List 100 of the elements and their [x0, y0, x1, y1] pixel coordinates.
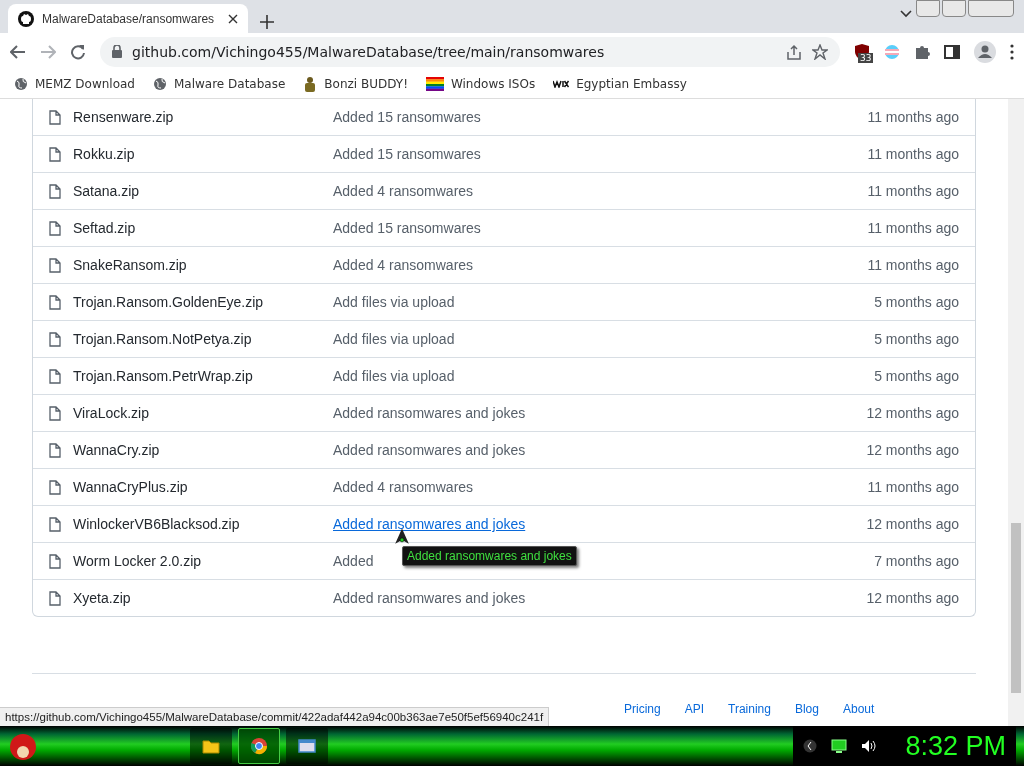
commit-time: 11 months ago	[867, 479, 959, 495]
file-icon	[49, 516, 61, 532]
commit-time: 12 months ago	[866, 405, 959, 421]
rainbow-flag-icon	[425, 77, 444, 91]
file-name-link[interactable]: Satana.zip	[73, 183, 333, 199]
commit-message-link[interactable]: Added ransomwares and jokes	[333, 442, 526, 458]
file-icon	[49, 109, 61, 125]
taskbar-app-button[interactable]	[286, 728, 328, 764]
commit-message-link[interactable]: Added 4 ransomwares	[333, 257, 474, 273]
chevron-down-icon[interactable]	[900, 10, 912, 18]
github-icon	[18, 10, 34, 27]
profile-icon[interactable]	[974, 40, 996, 63]
folder-icon	[202, 738, 220, 754]
file-icon	[49, 479, 61, 495]
file-name-link[interactable]: Trojan.Ransom.PetrWrap.zip	[73, 368, 333, 384]
commit-time: 12 months ago	[866, 442, 959, 458]
file-icon	[49, 442, 61, 458]
footer-link[interactable]: Training	[728, 702, 771, 716]
commit-message-link[interactable]: Added 15 ransomwares	[333, 109, 481, 125]
commit-time: 11 months ago	[867, 109, 959, 125]
restore-button[interactable]	[942, 0, 966, 17]
start-button[interactable]	[8, 731, 38, 761]
file-name-link[interactable]: Seftad.zip	[73, 220, 333, 236]
commit-message-link[interactable]: Add files via upload	[333, 294, 455, 310]
file-icon	[49, 590, 61, 606]
commit-time: 11 months ago	[867, 220, 959, 236]
file-name-link[interactable]: Rensenware.zip	[73, 109, 333, 125]
footer-link[interactable]: About	[843, 702, 875, 716]
footer-link[interactable]: Blog	[794, 702, 819, 716]
share-icon[interactable]	[786, 43, 802, 60]
speaker-icon[interactable]	[861, 739, 878, 753]
new-tab-icon[interactable]	[260, 15, 274, 29]
file-name-link[interactable]: ViraLock.zip	[73, 405, 333, 421]
close-button[interactable]	[968, 0, 1014, 17]
cursor-icon	[394, 528, 410, 545]
file-name-link[interactable]: Trojan.Ransom.GoldenEye.zip	[73, 294, 333, 310]
commit-time: 11 months ago	[867, 257, 959, 273]
file-icon	[49, 294, 61, 310]
commit-time: 5 months ago	[874, 368, 959, 384]
logo-icon	[553, 80, 570, 88]
bookmark-link[interactable]: Bonzi BUDDY!	[324, 77, 408, 91]
status-url: https://github.com/Vichingo455/MalwareDatabase/commit/422adaf442a94c00b363ae7e50f5ef56940c241f	[0, 707, 550, 726]
file-name-link[interactable]: WannaCryPlus.zip	[73, 479, 333, 495]
commit-message-link[interactable]: Added ransomwares and jokes	[333, 516, 526, 532]
reload-icon[interactable]	[70, 43, 86, 60]
commit-message-link[interactable]: Added 15 ransomwares	[333, 146, 481, 162]
file-icon	[49, 368, 61, 384]
file-icon	[49, 257, 61, 273]
file-name-link[interactable]: Worm Locker 2.0.zip	[73, 553, 333, 569]
commit-message-link[interactable]: Added 15 ransomwares	[333, 220, 481, 236]
file-name-link[interactable]: WannaCry.zip	[73, 442, 333, 458]
file-name-link[interactable]: Trojan.Ransom.NotPetya.zip	[73, 331, 333, 347]
browser-icon	[250, 737, 268, 755]
taskbar-app-button[interactable]	[238, 728, 280, 764]
monitor-icon[interactable]	[831, 739, 848, 753]
window-icon	[298, 739, 316, 753]
file-name-link[interactable]: Rokku.zip	[73, 146, 333, 162]
file-icon	[49, 146, 61, 162]
menu-icon[interactable]	[1010, 43, 1014, 60]
file-icon	[49, 553, 61, 569]
extension-badge: 33	[858, 52, 874, 63]
file-icon	[49, 331, 61, 347]
footer-link[interactable]: API	[684, 702, 705, 716]
commit-time: 11 months ago	[867, 183, 959, 199]
taskbar-app-button[interactable]	[190, 728, 232, 764]
file-icon	[49, 183, 61, 199]
commit-time: 7 months ago	[874, 553, 959, 569]
file-name-link[interactable]: WinlockerVB6Blacksod.zip	[73, 516, 333, 532]
commit-time: 5 months ago	[874, 331, 959, 347]
bookmark-link[interactable]: Malware Database	[174, 77, 286, 91]
commit-time: 11 months ago	[867, 146, 959, 162]
close-icon[interactable]	[228, 13, 238, 24]
scroll-thumb[interactable]	[1011, 523, 1021, 693]
address-bar[interactable]: github.com/Vichingo455/MalwareDatabase/tree/main/ransomwares	[100, 36, 840, 67]
commit-message-link[interactable]: Add files via upload	[333, 368, 455, 384]
commit-message-link[interactable]: Added	[333, 553, 374, 569]
commit-time: 12 months ago	[866, 516, 959, 532]
tooltip: Added ransomwares and jokes	[402, 546, 577, 566]
commit-message-link[interactable]: Added 4 ransomwares	[333, 479, 474, 495]
commit-time: 5 months ago	[874, 294, 959, 310]
commit-message-link[interactable]: Add files via upload	[333, 331, 455, 347]
back-icon[interactable]	[10, 44, 26, 59]
file-icon	[49, 405, 61, 421]
file-name-link[interactable]: Xyeta.zip	[73, 590, 333, 606]
browser-tab[interactable]: MalwareDatabase/ransomwares	[8, 4, 248, 33]
figure-icon	[303, 76, 318, 92]
commit-message-link[interactable]: Added ransomwares and jokes	[333, 405, 526, 421]
bookmark-link[interactable]: MEMZ Download	[35, 77, 135, 91]
footer-link[interactable]: Pricing	[624, 702, 661, 716]
scrollbar[interactable]	[1008, 99, 1024, 726]
side-panel-icon[interactable]	[944, 43, 960, 60]
bookmark-link[interactable]: Egyptian Embassy	[576, 77, 687, 91]
tab-title: MalwareDatabase/ransomwares	[42, 11, 216, 26]
commit-message-link[interactable]: Added ransomwares and jokes	[333, 590, 526, 606]
puzzle-icon[interactable]	[914, 43, 930, 60]
commit-message-link[interactable]: Added 4 ransomwares	[333, 183, 474, 199]
star-icon[interactable]	[812, 43, 828, 60]
file-name-link[interactable]: SnakeRansom.zip	[73, 257, 333, 273]
bookmark-link[interactable]: Windows ISOs	[450, 77, 536, 91]
commit-time: 12 months ago	[866, 590, 959, 606]
